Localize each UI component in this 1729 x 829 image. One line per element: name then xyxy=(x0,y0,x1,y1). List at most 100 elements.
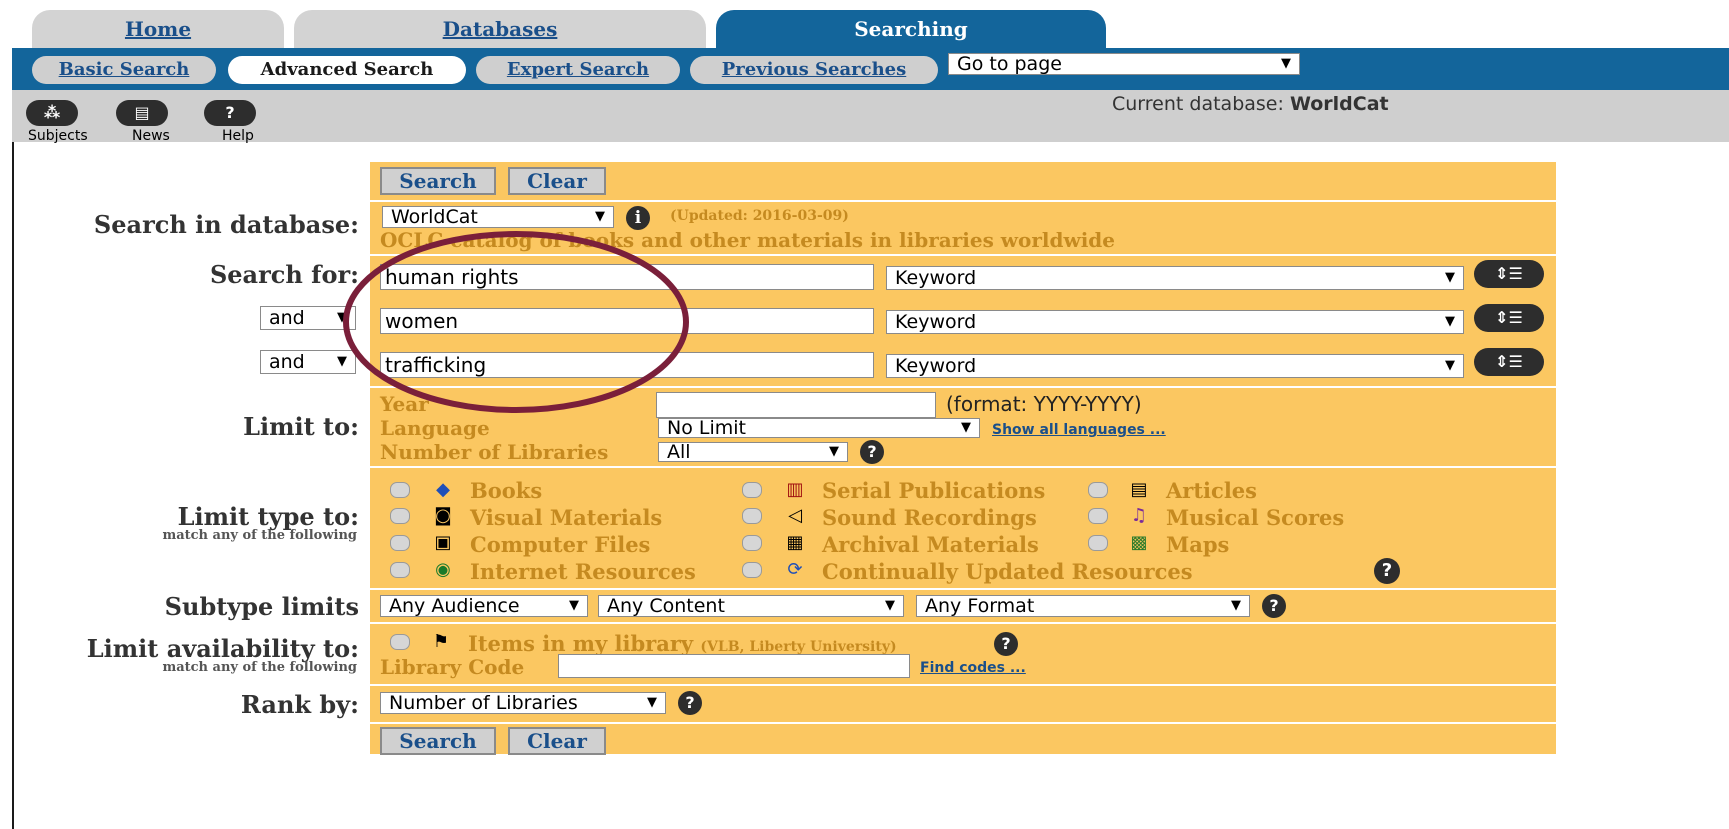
num-libraries-label: Number of Libraries xyxy=(380,440,609,464)
search-index-2-value: Keyword xyxy=(895,311,977,333)
search-button-bottom[interactable]: Search xyxy=(380,727,496,755)
rank-by-label: Rank by: xyxy=(240,690,359,719)
camera-icon: ◙ xyxy=(434,505,452,526)
clear-button[interactable]: Clear xyxy=(508,167,606,195)
archive-icon: ▦ xyxy=(786,532,804,553)
search-index-1[interactable]: Keyword ▼ xyxy=(886,266,1464,290)
num-libraries-select-value: All xyxy=(667,442,691,462)
type-serial-label[interactable]: Serial Publications xyxy=(822,478,1045,503)
year-format-hint: (format: YYYY-YYYY) xyxy=(946,392,1142,416)
book-icon: ◆ xyxy=(436,479,450,500)
audience-select-value: Any Audience xyxy=(389,595,520,617)
dropdown-arrow-icon: ▼ xyxy=(1281,56,1291,71)
help-icon[interactable]: ? xyxy=(1262,594,1286,618)
dropdown-arrow-icon: ▼ xyxy=(885,598,895,613)
type-maps-checkbox[interactable] xyxy=(1088,535,1108,551)
tab-expert-search[interactable]: Expert Search xyxy=(476,56,680,84)
format-select-value: Any Format xyxy=(925,595,1035,617)
help-icon[interactable]: ? xyxy=(1374,558,1400,584)
tab-basic-search[interactable]: Basic Search xyxy=(32,56,216,84)
match-any-availability-label: match any of the following xyxy=(162,660,357,675)
type-scores-label[interactable]: Musical Scores xyxy=(1166,505,1344,530)
help-icon[interactable]: ? xyxy=(860,440,884,464)
type-books-label[interactable]: Books xyxy=(470,478,542,503)
items-in-library-checkbox[interactable] xyxy=(390,634,410,650)
help-icon[interactable]: ? xyxy=(204,100,256,126)
goto-page-value: Go to page xyxy=(957,53,1062,75)
items-in-library-label[interactable]: Items in my library (VLB, Liberty Univer… xyxy=(468,631,897,656)
music-score-icon: ♫ xyxy=(1130,505,1148,526)
type-visual-checkbox[interactable] xyxy=(390,508,410,524)
operator-3-value: and xyxy=(269,351,305,373)
tab-previous-searches[interactable]: Previous Searches xyxy=(690,56,938,84)
dropdown-arrow-icon: ▼ xyxy=(647,695,657,710)
globe-icon: ◉ xyxy=(435,559,451,580)
help-icon[interactable]: ? xyxy=(994,632,1018,656)
serial-icon: ▥ xyxy=(786,479,804,500)
type-internet-checkbox[interactable] xyxy=(390,562,410,578)
browse-index-1-icon[interactable]: ⇕☰ xyxy=(1474,260,1544,288)
type-books-checkbox[interactable] xyxy=(390,482,410,498)
find-codes-link[interactable]: Find codes ... xyxy=(920,660,1026,676)
subjects-label[interactable]: Subjects xyxy=(28,128,88,144)
rank-by-select[interactable]: Number of Libraries ▼ xyxy=(380,692,666,714)
browse-index-3-icon[interactable]: ⇕☰ xyxy=(1474,348,1544,376)
type-maps-label[interactable]: Maps xyxy=(1166,532,1229,557)
content-select[interactable]: Any Content ▼ xyxy=(598,595,904,617)
help-icon[interactable]: ? xyxy=(678,691,702,715)
floppy-disk-icon: ▣ xyxy=(434,532,452,553)
search-index-2[interactable]: Keyword ▼ xyxy=(886,310,1464,334)
search-index-3-value: Keyword xyxy=(895,355,977,377)
type-visual-label[interactable]: Visual Materials xyxy=(470,505,662,530)
match-any-label: match any of the following xyxy=(162,528,357,543)
updated-resource-icon: ⟳ xyxy=(787,559,803,580)
news-icon[interactable]: ▤ xyxy=(116,100,168,126)
browse-index-2-icon[interactable]: ⇕☰ xyxy=(1474,304,1544,332)
dropdown-arrow-icon: ▼ xyxy=(829,444,839,459)
annotation-ellipse xyxy=(343,231,689,413)
search-index-1-value: Keyword xyxy=(895,267,977,289)
content-select-value: Any Content xyxy=(607,595,725,617)
type-computer-checkbox[interactable] xyxy=(390,535,410,551)
rank-by-value: Number of Libraries xyxy=(389,692,578,714)
type-sound-checkbox[interactable] xyxy=(742,508,762,524)
search-index-3[interactable]: Keyword ▼ xyxy=(886,354,1464,378)
type-serial-checkbox[interactable] xyxy=(742,482,762,498)
tab-searching[interactable]: Searching xyxy=(716,10,1106,48)
goto-page-select[interactable]: Go to page ▼ xyxy=(948,53,1300,75)
help-label[interactable]: Help xyxy=(222,128,254,144)
limit-type-to-label: Limit type to: xyxy=(177,502,359,531)
type-archival-checkbox[interactable] xyxy=(742,535,762,551)
search-in-database-label: Search in database: xyxy=(93,210,359,239)
type-internet-label[interactable]: Internet Resources xyxy=(470,559,696,584)
type-continually-checkbox[interactable] xyxy=(742,562,762,578)
library-code-input[interactable] xyxy=(558,654,910,678)
current-database-name: WorldCat xyxy=(1289,93,1389,115)
operator-2-value: and xyxy=(269,307,305,329)
type-continually-label[interactable]: Continually Updated Resources xyxy=(822,559,1193,584)
type-sound-label[interactable]: Sound Recordings xyxy=(822,505,1037,530)
audience-select[interactable]: Any Audience ▼ xyxy=(380,595,588,617)
type-articles-checkbox[interactable] xyxy=(1088,482,1108,498)
type-articles-label[interactable]: Articles xyxy=(1166,478,1257,503)
tab-advanced-search[interactable]: Advanced Search xyxy=(228,56,466,84)
dropdown-arrow-icon: ▼ xyxy=(961,420,971,435)
search-button[interactable]: Search xyxy=(380,167,496,195)
dropdown-arrow-icon: ▼ xyxy=(1445,314,1455,329)
type-computer-label[interactable]: Computer Files xyxy=(470,532,650,557)
tab-databases[interactable]: Databases xyxy=(294,10,706,48)
type-scores-checkbox[interactable] xyxy=(1088,508,1108,524)
num-libraries-select[interactable]: All ▼ xyxy=(658,442,848,462)
left-border xyxy=(12,142,14,829)
clear-button-bottom[interactable]: Clear xyxy=(508,727,606,755)
article-icon: ▤ xyxy=(1130,479,1148,500)
speaker-icon: ◁ xyxy=(788,505,802,526)
format-select[interactable]: Any Format ▼ xyxy=(916,595,1250,617)
type-archival-label[interactable]: Archival Materials xyxy=(822,532,1039,557)
show-all-languages-link[interactable]: Show all languages ... xyxy=(992,422,1166,438)
tab-home[interactable]: Home xyxy=(32,10,284,48)
dropdown-arrow-icon: ▼ xyxy=(1231,598,1241,613)
subjects-icon[interactable]: ⁂ xyxy=(26,100,78,126)
dropdown-arrow-icon: ▼ xyxy=(1445,358,1455,373)
news-label[interactable]: News xyxy=(132,128,170,144)
